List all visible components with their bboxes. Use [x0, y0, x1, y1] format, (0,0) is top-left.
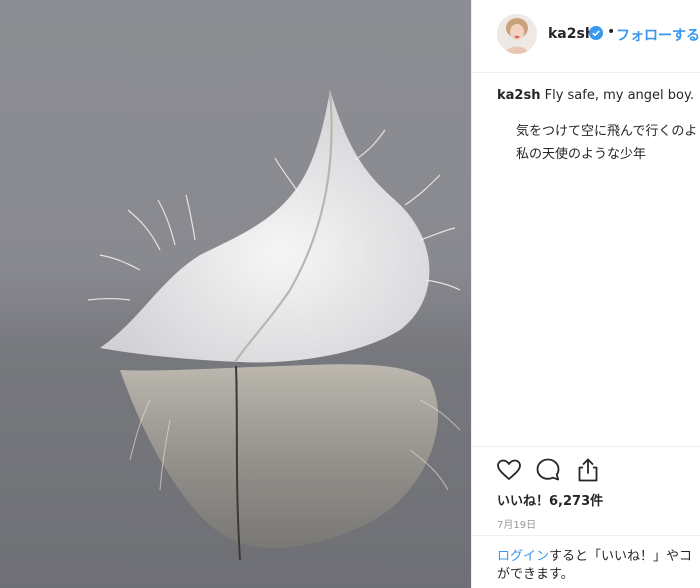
login-link[interactable]: ログイン [497, 549, 549, 564]
like-count[interactable]: いいね！6,273件 [497, 490, 603, 509]
caption-line-1: 気をつけて空に飛んで行くのよ [516, 124, 698, 139]
avatar[interactable] [497, 14, 537, 54]
actions-divider [472, 446, 700, 447]
instagram-post: ka2sh • フォローする ka2sh Fly safe, my angel … [0, 0, 700, 588]
post-header: ka2sh • フォローする [472, 0, 700, 73]
username[interactable]: ka2sh [548, 26, 595, 42]
comment-bubble-icon [536, 458, 560, 481]
comment-button[interactable] [534, 456, 562, 484]
post-date[interactable]: 7月19日 [497, 516, 536, 531]
feather-image [87, 90, 461, 561]
avatar-image [497, 14, 537, 54]
heart-icon [497, 459, 521, 480]
caption: ka2sh Fly safe, my angel boy. [497, 88, 700, 103]
caption-line-2: 私の天使のような少年 [516, 147, 647, 162]
login-divider [472, 535, 700, 536]
caption-username[interactable]: ka2sh [497, 88, 540, 103]
caption-text: Fly safe, my angel boy. [544, 88, 694, 103]
share-upload-icon [578, 458, 598, 482]
separator-dot: • [607, 24, 616, 40]
post-photo[interactable] [0, 0, 471, 588]
login-prompt-text-1: すると「いいね！」やコ [549, 549, 693, 564]
like-button[interactable] [495, 456, 523, 484]
verified-badge-icon [589, 26, 603, 40]
login-prompt-text-2: ができます。 [497, 567, 574, 582]
login-prompt: ログインすると「いいね！」やコ [497, 545, 692, 564]
follow-button[interactable]: フォローする [616, 25, 700, 45]
post-sidebar: ka2sh • フォローする ka2sh Fly safe, my angel … [471, 0, 700, 588]
share-button[interactable] [574, 456, 602, 484]
